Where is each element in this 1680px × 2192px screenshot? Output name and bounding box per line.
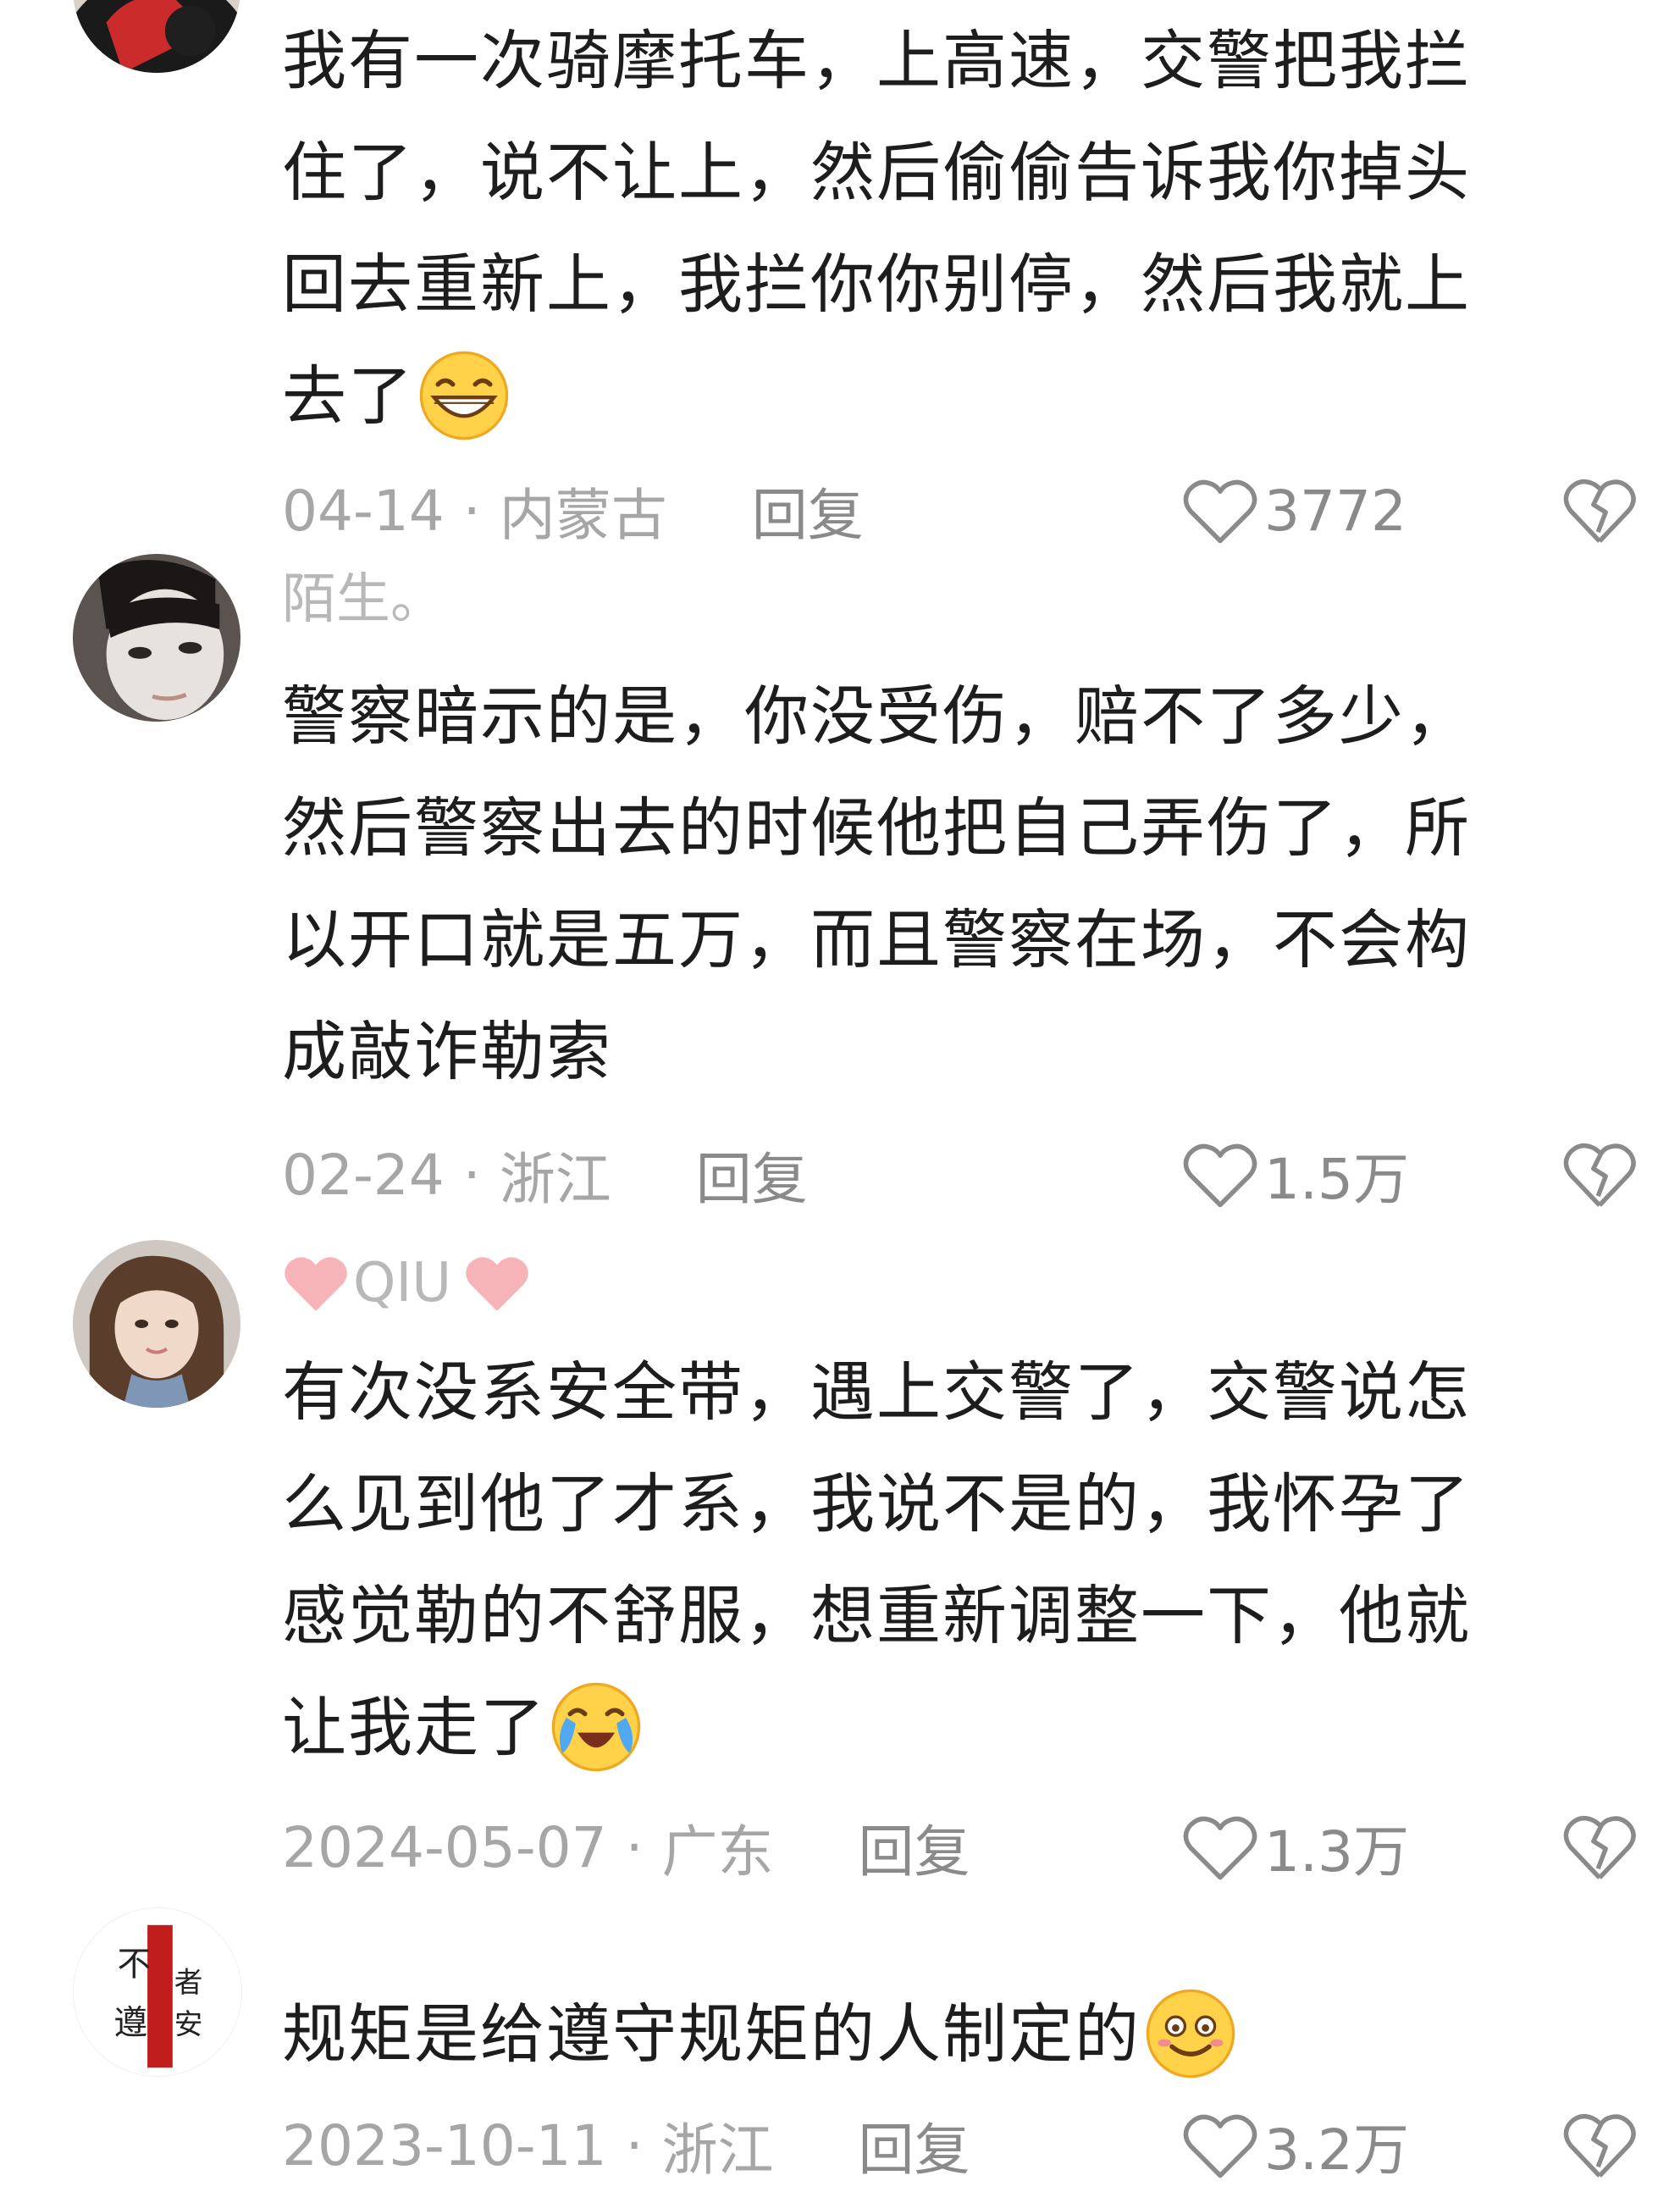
crying-laugh-emoji-icon [551, 1682, 641, 1772]
comment-meta: 2024-05-07 · 广东 回复 1.3万 [282, 1801, 1638, 1894]
comment-line: 规矩是给遵守规矩的人制定的 [282, 1996, 1141, 2072]
comment-meta: 2023-10-11 · 浙江 回复 3.2万 [282, 2099, 1638, 2192]
heart-outline-icon [1183, 1816, 1257, 1880]
comment-line: 住了，说不让上，然后偷偷告诉我你掉头 [282, 135, 1471, 210]
broken-heart-icon[interactable] [1561, 1809, 1638, 1885]
comment-line: 让我走了 [282, 1690, 546, 1765]
reply-button[interactable]: 回复 [859, 1807, 970, 1888]
meta-separator: · [462, 1142, 481, 1208]
comment-region: 内蒙古 [499, 483, 667, 548]
heart-outline-icon [1183, 479, 1257, 544]
comment-region: 浙江 [499, 1147, 611, 1212]
comment-line: 警察暗示的是，你没受伤，赔不了多少， [282, 678, 1471, 754]
pink-heart-icon [285, 1257, 347, 1311]
comment-line: 我有一次骑摩托车，上高速，交警把我拦 [282, 23, 1471, 98]
svg-text:安: 安 [174, 2008, 203, 2041]
grin-emoji-icon [419, 351, 509, 440]
heart-outline-icon [1183, 2114, 1257, 2178]
comment-line: 感觉勒的不舒服，想重新调整一下，他就 [282, 1578, 1471, 1653]
reply-button[interactable]: 回复 [859, 2105, 970, 2186]
comment-meta: 04-14 · 内蒙古 回复 3772 [282, 464, 1638, 557]
avatar[interactable] [73, 1240, 240, 1408]
like-count: 1.5万 [1264, 1147, 1409, 1212]
avatar[interactable]: 不 遵 者 安 [73, 1907, 242, 2077]
reply-button[interactable]: 回复 [752, 470, 864, 551]
svg-text:不: 不 [117, 1945, 151, 1984]
comment-date: 02-24 [282, 1142, 445, 1208]
pink-heart-icon [466, 1257, 528, 1311]
broken-heart-icon[interactable] [1561, 473, 1638, 549]
username[interactable]: QIU [282, 1245, 531, 1321]
broken-heart-icon[interactable] [1561, 1137, 1638, 1213]
like-button[interactable]: 3.2万 [1181, 2105, 1409, 2186]
like-count: 3772 [1264, 478, 1406, 544]
avatar[interactable] [73, 554, 240, 722]
like-count: 3.2万 [1264, 2117, 1409, 2183]
reply-button[interactable]: 回复 [696, 1134, 808, 1215]
like-count: 1.3万 [1264, 1819, 1409, 1885]
broken-heart-icon[interactable] [1561, 2107, 1638, 2184]
comment-date: 04-14 [282, 478, 445, 544]
heart-outline-icon [1183, 1143, 1257, 1208]
comment-line: 有次没系安全带，遇上交警了，交警说怎 [282, 1354, 1471, 1430]
comment-date: 2024-05-07 [282, 1814, 607, 1880]
comment-region: 浙江 [661, 2117, 774, 2183]
meta-separator: · [625, 1814, 644, 1880]
svg-text:遵: 遵 [114, 2004, 148, 2043]
username[interactable]: 陌生。 [282, 562, 445, 638]
comment-line: 么见到他了才系，我说不是的，我怀孕了 [282, 1466, 1471, 1542]
comment-line: 回去重新上，我拦你你别停，然后我就上 [282, 246, 1471, 322]
like-button[interactable]: 1.3万 [1181, 1807, 1409, 1888]
avatar[interactable] [73, 0, 240, 73]
comment-meta: 02-24 · 浙江 回复 1.5万 [282, 1128, 1638, 1221]
like-button[interactable]: 1.5万 [1181, 1134, 1409, 1215]
comment-line: 去了 [282, 358, 414, 434]
comment-text: 规矩是给遵守规矩的人制定的 [282, 1979, 1603, 2090]
comment-line: 然后警察出去的时候他把自己弄伤了，所 [282, 790, 1471, 866]
comment-line: 以开口就是五万，而且警察在场，不会构 [282, 902, 1471, 977]
meta-separator: · [462, 478, 481, 544]
comment-region: 广东 [661, 1819, 774, 1885]
comment-text: 有次没系安全带，遇上交警了，交警说怎 么见到他了才系，我说不是的，我怀孕了 感觉… [282, 1337, 1603, 1784]
comment-text: 警察暗示的是，你没受伤，赔不了多少， 然后警察出去的时候他把自己弄伤了，所 以开… [282, 661, 1603, 1108]
comment-text: 我有一次骑摩托车，上高速，交警把我拦 住了，说不让上，然后偷偷告诉我你掉头 回去… [282, 5, 1603, 452]
username-text: QIU [353, 1252, 452, 1315]
like-button[interactable]: 3772 [1181, 476, 1406, 545]
comment-line: 成敲诈勒索 [282, 1014, 612, 1089]
smile-emoji-icon [1146, 1989, 1235, 2079]
svg-text:者: 者 [174, 1966, 203, 1999]
